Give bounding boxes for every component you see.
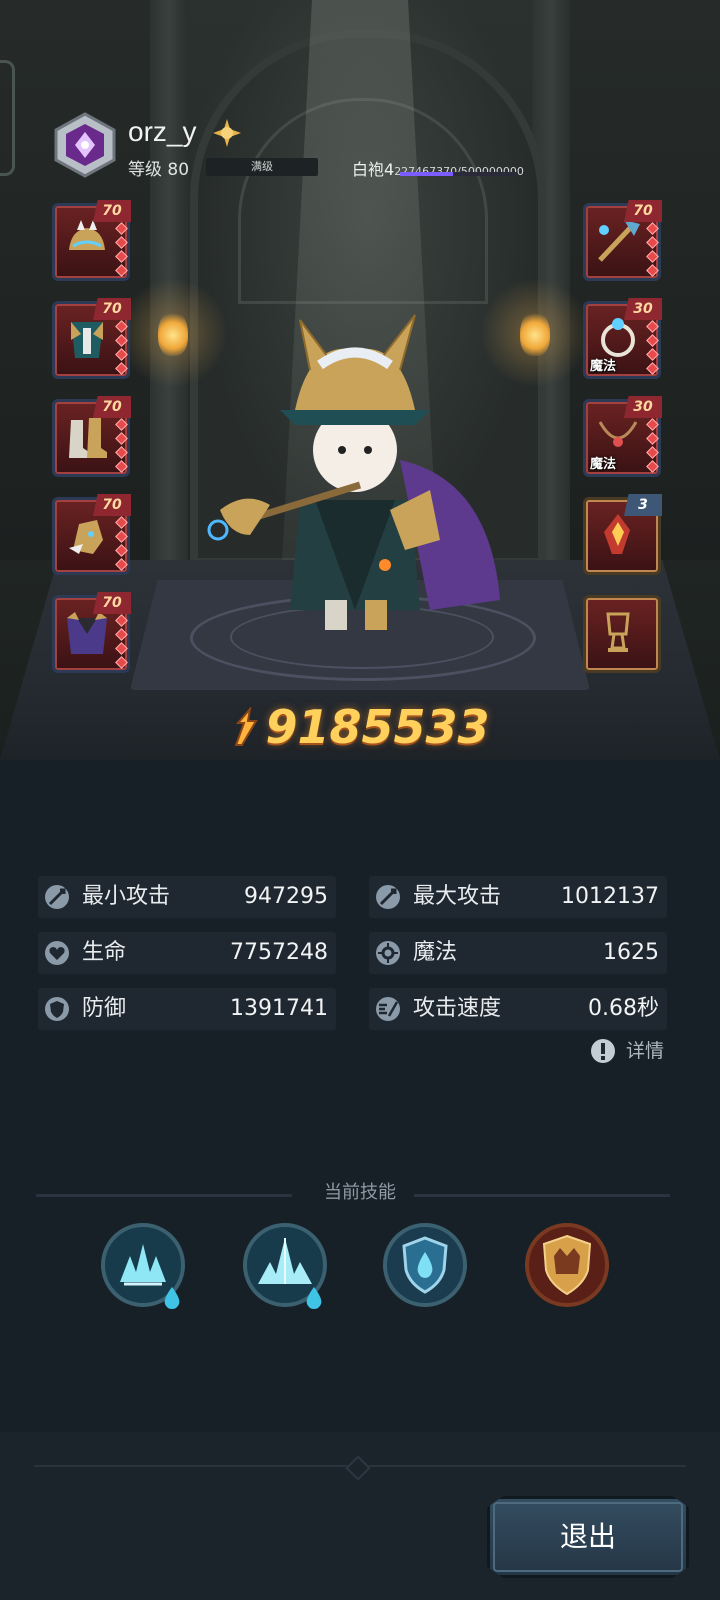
- equip-level: 70: [93, 200, 131, 222]
- equip-level: 3: [624, 494, 662, 516]
- skills-title: 当前技能: [324, 1182, 396, 1203]
- gem-column: [115, 614, 128, 672]
- equip-slot-cloak[interactable]: 70: [52, 592, 131, 673]
- details-label: 详情: [626, 1040, 665, 1062]
- title-name: 白袍4: [352, 160, 395, 179]
- max-level-text: 满级: [251, 160, 273, 173]
- equip-level: 70: [93, 494, 131, 516]
- armor-icon: [71, 322, 103, 358]
- trophy-icon: [606, 612, 630, 652]
- equip-level: 30: [624, 298, 662, 320]
- power-icon: [234, 707, 259, 746]
- equip-level: 70: [93, 298, 131, 320]
- hero-character[interactable]: [190, 310, 520, 660]
- stat-label: 防御: [82, 996, 127, 1021]
- equip-slot-ring[interactable]: 30 魔法: [583, 298, 662, 379]
- equip-slot-gem[interactable]: 3: [583, 494, 662, 575]
- equip-slot-boots[interactable]: 70: [52, 396, 131, 477]
- gem-column: [115, 320, 128, 378]
- crystal-icon: [604, 514, 630, 554]
- equip-level: 70: [624, 200, 662, 222]
- stat-label: 最小攻击: [82, 884, 171, 909]
- stat-value: 1391741: [230, 996, 328, 1021]
- gem-column: [115, 418, 128, 476]
- exp-bar: [400, 172, 516, 176]
- equip-slot-helmet[interactable]: 70: [52, 200, 131, 281]
- exp-fill: [400, 172, 453, 176]
- gloves-icon: [69, 520, 103, 554]
- boots-icon: [69, 418, 107, 458]
- speed-icon: [376, 997, 400, 1021]
- stat-defense: 防御 1391741: [38, 988, 336, 1030]
- stat-value: 1625: [603, 940, 659, 965]
- gem-column: [646, 418, 659, 476]
- gem-column: [115, 222, 128, 280]
- equip-level: 30: [624, 396, 662, 418]
- player-level: 等级 80: [128, 160, 190, 180]
- stat-label: 最大攻击: [413, 884, 502, 909]
- water-drop-icon: [164, 1287, 180, 1309]
- heart-icon: [45, 941, 69, 965]
- max-level-bar: 满级: [206, 158, 318, 176]
- cloak-icon: [67, 612, 107, 654]
- stat-label: 生命: [82, 940, 127, 965]
- combat-power: 9185533: [0, 700, 720, 760]
- rank-badge-icon[interactable]: [52, 112, 118, 178]
- lamp-right-icon: [520, 310, 550, 356]
- magic-icon: [376, 941, 400, 965]
- stat-value: 0.68秒: [588, 996, 659, 1021]
- equip-tag: 魔法: [590, 457, 617, 472]
- equip-slot-necklace[interactable]: 30 魔法: [583, 396, 662, 477]
- stat-magic: 魔法 1625: [369, 932, 667, 974]
- stat-value: 947295: [244, 884, 328, 909]
- staff-icon: [598, 220, 640, 262]
- gem-column: [646, 222, 659, 280]
- stat-label: 攻击速度: [413, 996, 502, 1021]
- shield-icon: [45, 997, 69, 1021]
- helmet-icon: [69, 220, 105, 250]
- stat-value: 7757248: [230, 940, 328, 965]
- stat-attack-speed: 攻击速度 0.68秒: [369, 988, 667, 1030]
- golden-guard-skill-icon[interactable]: [524, 1222, 610, 1308]
- equip-slot-armor[interactable]: 70: [52, 298, 131, 379]
- sword-icon: [376, 885, 400, 909]
- lamp-left-icon: [158, 310, 188, 356]
- exit-button[interactable]: 退出: [487, 1496, 689, 1578]
- sword-icon: [45, 885, 69, 909]
- stat-min-attack: 最小攻击 947295: [38, 876, 336, 918]
- gem-column: [646, 320, 659, 378]
- equip-slot-weapon[interactable]: 70: [583, 200, 662, 281]
- stat-label: 魔法: [413, 940, 458, 965]
- equip-slot-trophy[interactable]: [583, 595, 661, 673]
- equip-slot-gloves[interactable]: 70: [52, 494, 131, 575]
- stat-max-attack: 最大攻击 1012137: [369, 876, 667, 918]
- info-icon: [591, 1039, 615, 1063]
- sun-rank-icon: [213, 119, 241, 147]
- combat-power-value: 9185533: [265, 700, 490, 754]
- player-name: orz_y: [128, 116, 197, 147]
- equip-tag: 魔法: [590, 359, 617, 374]
- gem-column: [115, 516, 128, 574]
- water-shield-skill-icon[interactable]: [382, 1222, 468, 1308]
- equip-level: 70: [93, 396, 131, 418]
- water-drop-icon: [306, 1287, 322, 1309]
- equip-level: 70: [93, 592, 131, 614]
- stat-health: 生命 7757248: [38, 932, 336, 974]
- stat-value: 1012137: [561, 884, 659, 909]
- side-tab[interactable]: [0, 60, 15, 176]
- title-progress: 白袍4227467370/500000000: [352, 156, 524, 180]
